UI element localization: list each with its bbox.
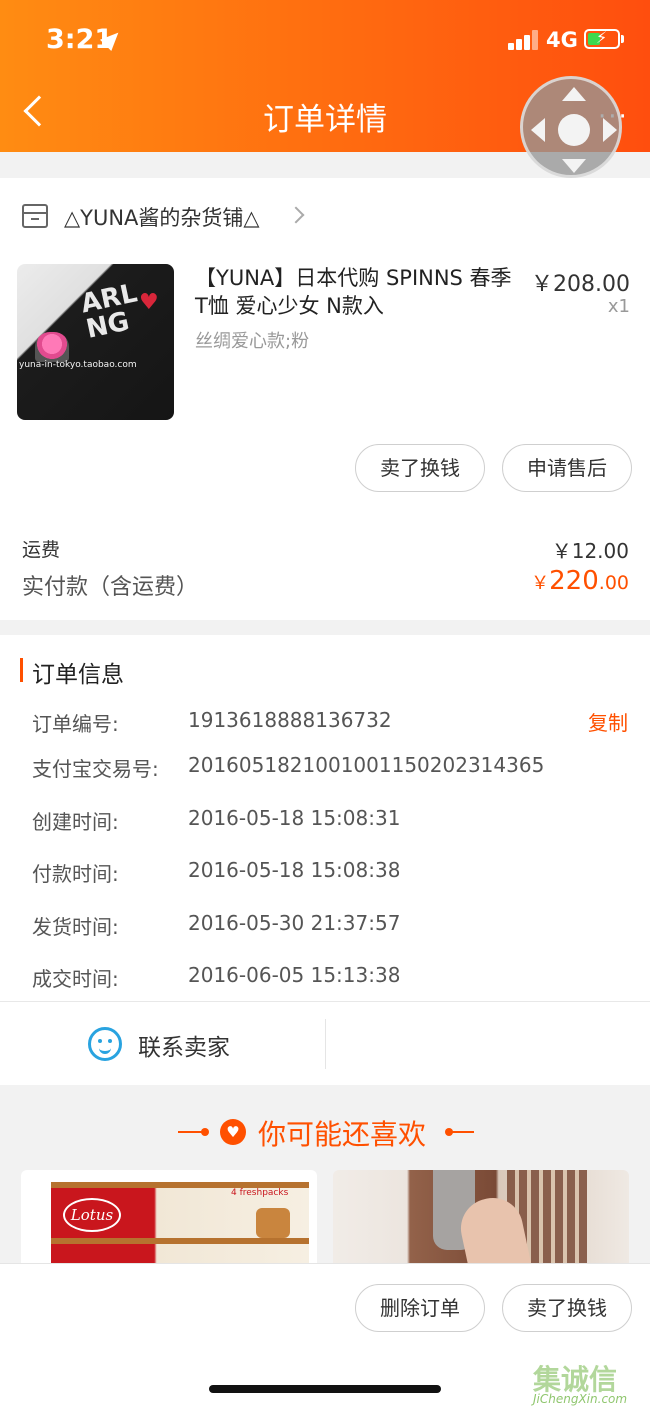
arrow-down-icon[interactable]	[562, 159, 586, 173]
paid-integer: 220	[549, 566, 599, 596]
decor-dot	[201, 1128, 209, 1136]
arrow-up-icon[interactable]	[562, 87, 586, 101]
divider	[325, 1019, 326, 1069]
paid-currency: ￥	[531, 573, 550, 594]
info-label: 订单编号:	[32, 712, 119, 736]
product-spec: 丝绸爱心款;粉	[195, 331, 310, 352]
paid-label: 实付款（含运费）	[22, 575, 199, 600]
info-value: 2016-06-05 15:13:38	[188, 963, 401, 987]
home-indicator[interactable]	[209, 1385, 441, 1393]
info-value: 2016-05-18 15:08:31	[188, 806, 401, 830]
battery-icon: ⚡	[584, 28, 620, 49]
info-label: 付款时间:	[32, 862, 119, 886]
product-qty: x1	[607, 296, 630, 317]
info-label: 成交时间:	[32, 967, 119, 991]
arrow-right-icon[interactable]	[603, 118, 617, 142]
shop-name[interactable]: △YUNA酱的杂货铺△	[64, 202, 260, 232]
info-label: 创建时间:	[32, 810, 119, 834]
section-accent-bar	[20, 658, 23, 682]
product-price: ￥208.00	[531, 272, 630, 297]
freight-value: ￥12.00	[551, 539, 629, 563]
freight-label: 运费	[22, 539, 61, 561]
recommend-title: 你可能还喜欢	[258, 1118, 427, 1151]
joystick-overlay[interactable]	[520, 76, 622, 178]
pack-label: 4 freshpacks	[231, 1188, 289, 1198]
sell-button[interactable]: 卖了换钱	[355, 444, 485, 492]
arrow-left-icon[interactable]	[531, 118, 545, 142]
product-box-image	[51, 1238, 309, 1263]
contact-seller-label[interactable]: 联系卖家	[138, 1028, 230, 1062]
chat-face-icon[interactable]	[88, 1027, 122, 1061]
decor-line	[178, 1131, 202, 1133]
recommend-section: ♥ 你可能还喜欢 Lotus 4 freshpacks	[0, 1085, 650, 1263]
network-label: 4G	[546, 28, 578, 52]
order-info-card: 订单信息 订单编号: 1913618888136732 复制 支付宝交易号: 2…	[0, 635, 650, 1085]
chevron-right-icon[interactable]	[287, 206, 305, 224]
signal-icon	[508, 30, 540, 50]
heart-icon: ♥	[139, 290, 159, 315]
divider	[0, 1001, 650, 1002]
watermark-en: JiChengXin.com	[533, 1392, 628, 1406]
info-value: 2016-05-18 15:08:38	[188, 858, 401, 882]
info-label: 支付宝交易号:	[32, 757, 159, 781]
copy-button[interactable]: 复制	[588, 707, 628, 736]
image-watermark: yuna-in-tokyo.taobao.com	[19, 360, 137, 370]
info-value: 1913618888136732	[188, 708, 392, 732]
product-name[interactable]: 【YUNA】日本代购 SPINNS 春季T恤 爱心少女 N款入	[195, 264, 515, 320]
after-sale-button[interactable]: 申请售后	[502, 444, 632, 492]
order-info-title: 订单信息	[32, 662, 124, 688]
product-box-image: Lotus 4 freshpacks	[51, 1182, 309, 1240]
joystick-center[interactable]	[558, 114, 590, 146]
sell-button[interactable]: 卖了换钱	[502, 1284, 632, 1332]
image-print-text: ARL NG	[78, 278, 140, 345]
decor-line	[452, 1131, 474, 1133]
paid-value: ￥220.00	[531, 566, 629, 596]
info-value: 2016-05-30 21:37:57	[188, 911, 401, 935]
delete-order-button[interactable]: 删除订单	[355, 1284, 485, 1332]
paid-decimal: .00	[598, 572, 629, 594]
recommend-item[interactable]	[333, 1170, 629, 1263]
bottom-action-bar: 删除订单 卖了换钱 集诚信 JiChengXin.com	[0, 1263, 650, 1407]
shop-icon[interactable]	[22, 204, 48, 228]
brand-logo: Lotus	[63, 1198, 121, 1232]
heart-icon: ♥	[220, 1119, 246, 1145]
info-value: 2016051821001001150202314365	[188, 753, 545, 777]
recommend-item[interactable]: Lotus 4 freshpacks	[21, 1170, 317, 1263]
order-card: △YUNA酱的杂货铺△ ARL NG ♥ yuna-in-tokyo.taoba…	[0, 178, 650, 620]
site-watermark: 集诚信 JiChengXin.com	[533, 1358, 648, 1407]
product-image[interactable]: ARL NG ♥ yuna-in-tokyo.taobao.com	[17, 264, 174, 420]
info-label: 发货时间:	[32, 915, 119, 939]
battery-tip	[621, 35, 624, 43]
biscuit-graphic	[256, 1208, 290, 1238]
cupcake-icon	[35, 332, 69, 362]
